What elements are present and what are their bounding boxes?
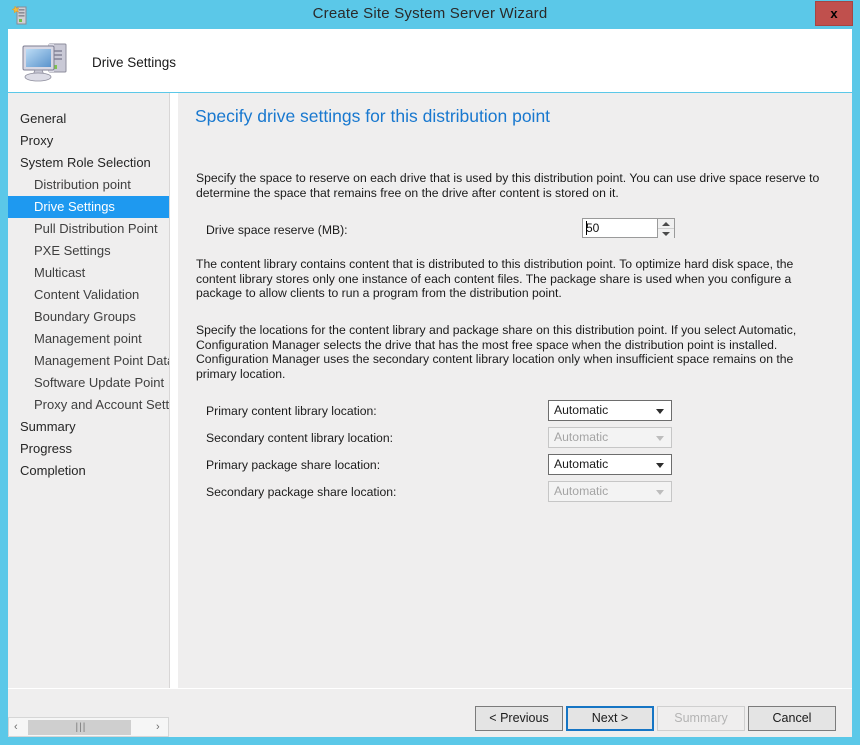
- scrollbar-thumb[interactable]: |||: [28, 720, 131, 735]
- sidebar-item-completion[interactable]: Completion: [8, 460, 169, 482]
- sidebar-item-management-point[interactable]: Management point: [8, 328, 169, 350]
- sidebar-item-proxy[interactable]: Proxy: [8, 130, 169, 152]
- sidebar-item-management-point-datal[interactable]: Management Point Datal: [8, 350, 169, 372]
- next-button[interactable]: Next >: [566, 706, 654, 731]
- sidebar-item-multicast[interactable]: Multicast: [8, 262, 169, 284]
- location-select-1: Automatic: [548, 427, 672, 448]
- chevron-up-icon: [662, 222, 670, 226]
- title-bar: Create Site System Server Wizard x: [0, 0, 860, 29]
- chevron-right-icon: ›: [156, 722, 163, 732]
- chevron-down-icon: [656, 409, 664, 414]
- sidebar-item-label: Progress: [20, 441, 72, 456]
- sidebar-item-pxe-settings[interactable]: PXE Settings: [8, 240, 169, 262]
- sidebar-item-label: Management point: [34, 331, 142, 346]
- scroll-left-button[interactable]: ‹: [9, 718, 26, 736]
- location-select-3: Automatic: [548, 481, 672, 502]
- content-gutter: [170, 93, 178, 712]
- sidebar-item-label: System Role Selection: [20, 155, 151, 170]
- chevron-down-icon: [662, 232, 670, 236]
- sidebar-item-label: Multicast: [34, 265, 85, 280]
- sidebar-item-label: Summary: [20, 419, 76, 434]
- sidebar-item-label: Completion: [20, 463, 86, 478]
- sidebar-item-progress[interactable]: Progress: [8, 438, 169, 460]
- stepper-up-button[interactable]: [658, 219, 674, 229]
- chevron-down-icon: [656, 463, 664, 468]
- sidebar-item-general[interactable]: General: [8, 108, 169, 130]
- sidebar-item-software-update-point[interactable]: Software Update Point: [8, 372, 169, 394]
- locations-paragraph: Specify the locations for the content li…: [196, 323, 826, 381]
- sidebar-item-proxy-and-account-settin[interactable]: Proxy and Account Settin: [8, 394, 169, 416]
- sidebar-item-label: Software Update Point: [34, 375, 164, 390]
- grip-icon: |||: [76, 723, 85, 732]
- sidebar-item-label: Content Validation: [34, 287, 139, 302]
- wizard-body: General Proxy System Role Selection Distrib…: [8, 93, 852, 712]
- page-title: Specify drive settings for this distribu…: [195, 106, 550, 127]
- content-library-paragraph: The content library contains content tha…: [196, 257, 826, 301]
- location-select-value: Automatic: [554, 430, 608, 444]
- window-title: Create Site System Server Wizard: [0, 5, 860, 22]
- wizard-step-list: General Proxy System Role Selection Distrib…: [8, 93, 169, 712]
- sidebar-item-label: Proxy and Account Settin: [34, 397, 169, 412]
- previous-button[interactable]: < Previous: [475, 706, 563, 731]
- chevron-left-icon: ‹: [14, 722, 21, 732]
- sidebar-item-content-validation[interactable]: Content Validation: [8, 284, 169, 306]
- drive-space-reserve-input[interactable]: [582, 218, 658, 238]
- location-select-value: Automatic: [554, 403, 608, 417]
- close-button[interactable]: x: [815, 1, 853, 26]
- sidebar-item-summary[interactable]: Summary: [8, 416, 169, 438]
- sidebar-item-label: General: [20, 111, 66, 126]
- intro-paragraph: Specify the space to reserve on each dri…: [196, 171, 826, 200]
- location-select-2[interactable]: Automatic: [548, 454, 672, 475]
- sidebar-item-label: Boundary Groups: [34, 309, 136, 324]
- content-pane: Specify drive settings for this distribu…: [178, 93, 852, 712]
- scroll-right-button[interactable]: ›: [151, 718, 168, 736]
- computer-icon: [19, 35, 75, 85]
- text-caret: [586, 221, 587, 235]
- location-label-0: Primary content library location:: [206, 404, 377, 418]
- drive-space-reserve-stepper[interactable]: [582, 218, 675, 238]
- sidebar-item-label: Pull Distribution Point: [34, 221, 158, 236]
- sidebar-item-label: PXE Settings: [34, 243, 111, 258]
- chevron-down-icon: [656, 436, 664, 441]
- wizard-window: Create Site System Server Wizard x: [0, 0, 860, 745]
- sidebar-item-label: Management Point Datal: [34, 353, 169, 368]
- header-page-title: Drive Settings: [92, 55, 176, 70]
- location-label-2: Primary package share location:: [206, 458, 380, 472]
- chevron-down-icon: [656, 490, 664, 495]
- sidebar-horizontal-scrollbar[interactable]: ‹ ||| ›: [8, 717, 169, 737]
- location-label-1: Secondary content library location:: [206, 431, 393, 445]
- sidebar-item-boundary-groups[interactable]: Boundary Groups: [8, 306, 169, 328]
- location-select-0[interactable]: Automatic: [548, 400, 672, 421]
- sidebar-item-pull-distribution-point[interactable]: Pull Distribution Point: [8, 218, 169, 240]
- sidebar-item-system-role-selection[interactable]: System Role Selection: [8, 152, 169, 174]
- stepper-down-button[interactable]: [658, 229, 674, 238]
- sidebar-item-distribution-point[interactable]: Distribution point: [8, 174, 169, 196]
- stepper-buttons: [658, 218, 675, 238]
- location-select-value: Automatic: [554, 457, 608, 471]
- drive-space-reserve-label: Drive space reserve (MB):: [206, 223, 348, 237]
- sidebar-item-label: Distribution point: [34, 177, 131, 192]
- location-select-value: Automatic: [554, 484, 608, 498]
- sidebar-item-label: Proxy: [20, 133, 53, 148]
- sidebar-item-drive-settings[interactable]: Drive Settings: [8, 196, 169, 218]
- location-label-3: Secondary package share location:: [206, 485, 396, 499]
- summary-button: Summary: [657, 706, 745, 731]
- sidebar-item-label: Drive Settings: [34, 199, 115, 214]
- wizard-header: Drive Settings: [8, 29, 852, 92]
- cancel-button[interactable]: Cancel: [748, 706, 836, 731]
